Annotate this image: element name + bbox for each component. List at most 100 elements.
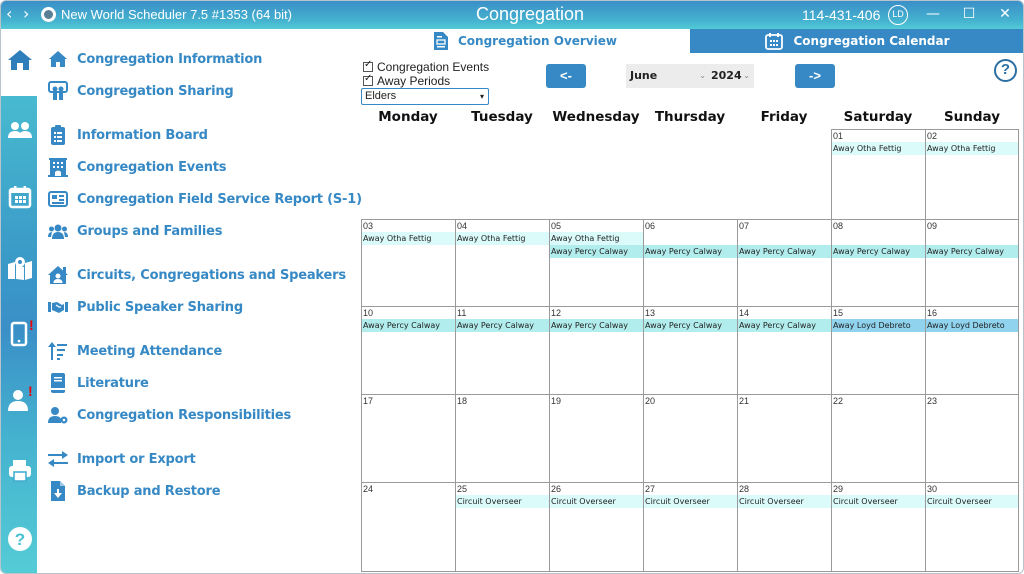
calendar-event[interactable]: Away Otha Fettig bbox=[550, 232, 643, 245]
maximize-button[interactable]: ☐ bbox=[959, 4, 979, 24]
menu-meeting-attendance[interactable]: Meeting Attendance bbox=[47, 340, 222, 362]
calendar-event[interactable]: Circuit Overseer bbox=[738, 495, 831, 508]
away-periods-checkbox[interactable]: Away Periods bbox=[363, 73, 451, 88]
next-month-button[interactable]: -> bbox=[795, 64, 835, 88]
congregation-events-checkbox[interactable]: Congregation Events bbox=[363, 59, 489, 74]
calendar-event[interactable]: Away Percy Calway bbox=[550, 319, 643, 332]
day-number: 19 bbox=[551, 396, 562, 406]
calendar-event[interactable]: Away Loyd Debreto bbox=[926, 319, 1019, 332]
calendar-day-cell[interactable]: 16 Away Loyd Debreto bbox=[925, 306, 1019, 394]
menu-congregation-events[interactable]: Congregation Events bbox=[47, 156, 227, 178]
calendar-empty-cell bbox=[361, 129, 455, 219]
calendar-event-spacer bbox=[926, 232, 1019, 245]
rail-help-button[interactable]: ? bbox=[7, 526, 33, 552]
calendar-day-cell[interactable]: 11 Away Percy Calway bbox=[455, 306, 549, 394]
tab-congregation-overview[interactable]: Congregation Overview bbox=[361, 29, 690, 53]
calendar-event[interactable]: Away Percy Calway bbox=[644, 319, 737, 332]
rail-territory-button[interactable] bbox=[7, 255, 33, 281]
calendar-day-cell[interactable]: 01 Away Otha Fettig bbox=[831, 129, 925, 219]
day-number: 12 bbox=[551, 308, 562, 318]
year-select[interactable]: 2024 ⌄ bbox=[707, 64, 754, 88]
calendar-day-cell[interactable]: 30 Circuit Overseer bbox=[925, 482, 1019, 572]
menu-literature[interactable]: Literature bbox=[47, 372, 149, 394]
rail-home-button[interactable] bbox=[7, 47, 33, 73]
calendar-day-cell[interactable]: 22 bbox=[831, 394, 925, 482]
calendar-day-cell[interactable]: 15 Away Loyd Debreto bbox=[831, 306, 925, 394]
calendar-day-cell[interactable]: 25 Circuit Overseer bbox=[455, 482, 549, 572]
printer-icon bbox=[9, 460, 31, 482]
calendar-event[interactable]: Circuit Overseer bbox=[456, 495, 549, 508]
close-button[interactable]: ✕ bbox=[995, 4, 1015, 24]
calendar-day-cell[interactable]: 08 Away Percy Calway bbox=[831, 219, 925, 306]
calendar-event[interactable]: Away Percy Calway bbox=[738, 245, 831, 258]
calendar-event[interactable]: Away Otha Fettig bbox=[832, 142, 925, 155]
menu-congregation-responsibilities[interactable]: Congregation Responsibilities bbox=[47, 404, 291, 426]
calendar-day-cell[interactable]: 09 Away Percy Calway bbox=[925, 219, 1019, 306]
menu-public-speaker-sharing[interactable]: Public Speaker Sharing bbox=[47, 296, 243, 318]
calendar-day-cell[interactable]: 24 bbox=[361, 482, 455, 572]
calendar-day-cell[interactable]: 12 Away Percy Calway bbox=[549, 306, 643, 394]
calendar-day-cell[interactable]: 23 bbox=[925, 394, 1019, 482]
calendar-day-cell[interactable]: 04 Away Otha Fettig bbox=[455, 219, 549, 306]
day-number: 20 bbox=[645, 396, 656, 406]
rail-print-button[interactable] bbox=[7, 458, 33, 484]
day-number: 03 bbox=[363, 221, 374, 231]
calendar-day-cell[interactable]: 03 Away Otha Fettig bbox=[361, 219, 455, 306]
calendar-event[interactable]: Circuit Overseer bbox=[644, 495, 737, 508]
calendar-event[interactable]: Away Percy Calway bbox=[832, 245, 925, 258]
calendar-event[interactable]: Circuit Overseer bbox=[550, 495, 643, 508]
calendar-event[interactable]: Away Percy Calway bbox=[644, 245, 737, 258]
help-button[interactable]: ? bbox=[994, 59, 1017, 82]
menu-groups-families[interactable]: Groups and Families bbox=[47, 220, 222, 242]
calendar-day-cell[interactable]: 17 bbox=[361, 394, 455, 482]
calendar-event[interactable]: Away Otha Fettig bbox=[362, 232, 455, 245]
rail-calendar-button[interactable] bbox=[7, 184, 33, 210]
user-avatar[interactable]: LD bbox=[888, 5, 908, 25]
menu-information-board[interactable]: Information Board bbox=[47, 124, 208, 146]
group-select[interactable]: Elders ▾ bbox=[361, 88, 489, 105]
menu-congregation-sharing[interactable]: Congregation Sharing bbox=[47, 80, 234, 102]
calendar-day-cell[interactable]: 07 Away Percy Calway bbox=[737, 219, 831, 306]
calendar-day-cell[interactable]: 27 Circuit Overseer bbox=[643, 482, 737, 572]
menu-backup-restore[interactable]: Backup and Restore bbox=[47, 480, 221, 502]
day-number: 02 bbox=[927, 131, 938, 141]
checkbox-label: Away Periods bbox=[377, 74, 451, 88]
menu-field-service-report[interactable]: Congregation Field Service Report (S-1) bbox=[47, 188, 362, 210]
calendar-day-cell[interactable]: 18 bbox=[455, 394, 549, 482]
tab-congregation-calendar[interactable]: Congregation Calendar bbox=[690, 29, 1023, 53]
menu-import-export[interactable]: Import or Export bbox=[47, 448, 196, 470]
calendar-event[interactable]: Away Otha Fettig bbox=[456, 232, 549, 245]
calendar-event[interactable]: Away Percy Calway bbox=[456, 319, 549, 332]
day-number: 06 bbox=[645, 221, 656, 231]
calendar-day-cell[interactable]: 26 Circuit Overseer bbox=[549, 482, 643, 572]
calendar-day-cell[interactable]: 20 bbox=[643, 394, 737, 482]
report-card-icon bbox=[47, 189, 69, 209]
calendar-event[interactable]: Away Percy Calway bbox=[738, 319, 831, 332]
calendar-event[interactable]: Away Loyd Debreto bbox=[832, 319, 925, 332]
calendar-event[interactable]: Circuit Overseer bbox=[926, 495, 1019, 508]
calendar-event[interactable]: Circuit Overseer bbox=[832, 495, 925, 508]
calendar-event[interactable]: Away Percy Calway bbox=[362, 319, 455, 332]
calendar-event[interactable]: Away Otha Fettig bbox=[926, 142, 1019, 155]
previous-month-button[interactable]: <- bbox=[546, 64, 586, 88]
calendar-event[interactable]: Away Percy Calway bbox=[550, 245, 643, 258]
year-value: 2024 bbox=[711, 69, 742, 82]
calendar-event[interactable]: Away Percy Calway bbox=[926, 245, 1019, 258]
day-number: 15 bbox=[833, 308, 844, 318]
rail-people-button[interactable] bbox=[7, 118, 33, 144]
calendar-day-cell[interactable]: 10 Away Percy Calway bbox=[361, 306, 455, 394]
menu-circuits-speakers[interactable]: Circuits, Congregations and Speakers bbox=[47, 264, 346, 286]
calendar-day-cell[interactable]: 28 Circuit Overseer bbox=[737, 482, 831, 572]
calendar-day-cell[interactable]: 14 Away Percy Calway bbox=[737, 306, 831, 394]
calendar-day-cell[interactable]: 21 bbox=[737, 394, 831, 482]
calendar-day-cell[interactable]: 02 Away Otha Fettig bbox=[925, 129, 1019, 219]
calendar-day-cell[interactable]: 05 Away Otha Fettig Away Percy Calway bbox=[549, 219, 643, 306]
calendar-day-cell[interactable]: 19 bbox=[549, 394, 643, 482]
menu-congregation-information[interactable]: Congregation Information bbox=[47, 48, 262, 70]
calendar-day-cell[interactable]: 13 Away Percy Calway bbox=[643, 306, 737, 394]
month-select[interactable]: June ⌄ bbox=[626, 64, 710, 88]
calendar-day-cell[interactable]: 06 Away Percy Calway bbox=[643, 219, 737, 306]
calendar-day-cell[interactable]: 29 Circuit Overseer bbox=[831, 482, 925, 572]
day-number: 09 bbox=[927, 221, 938, 231]
minimize-button[interactable]: — bbox=[923, 4, 943, 24]
